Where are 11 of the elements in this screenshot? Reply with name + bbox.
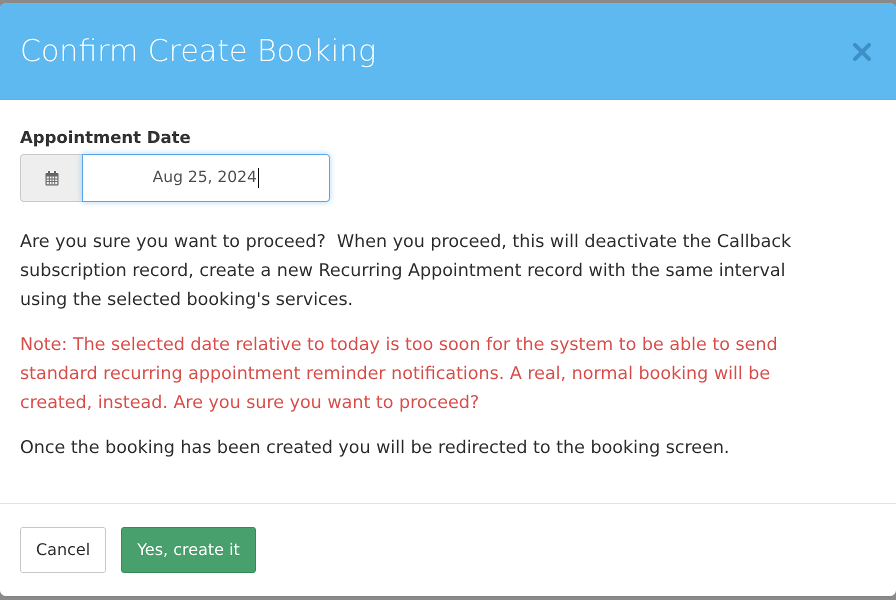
calendar-icon bbox=[44, 170, 58, 186]
text-cursor-icon bbox=[258, 168, 260, 188]
cancel-button[interactable]: Cancel bbox=[20, 527, 106, 573]
calendar-addon[interactable] bbox=[20, 154, 82, 202]
body-text: Are you sure you want to proceed? When you proceed, this will deactivate the Callback subscription record, create a new Recurring Appointment record with the same interval using the selected booking's services. bbox=[20, 231, 792, 312]
warning-text: Note: The selected date relative to today is too soon for the system to be able to send standard recurring appointment reminder notifications. A real, normal booking will be created, instead. Are you sure you want to proceed? bbox=[20, 334, 779, 415]
body-text: Once the booking has been created you will be redirected to the booking screen. bbox=[20, 437, 730, 460]
field-label: Appointment Date bbox=[20, 127, 191, 149]
dialog-title: Confirm Create Booking bbox=[20, 36, 376, 66]
date-input[interactable]: Aug 25, 2024 bbox=[82, 154, 330, 202]
close-icon bbox=[852, 42, 872, 62]
